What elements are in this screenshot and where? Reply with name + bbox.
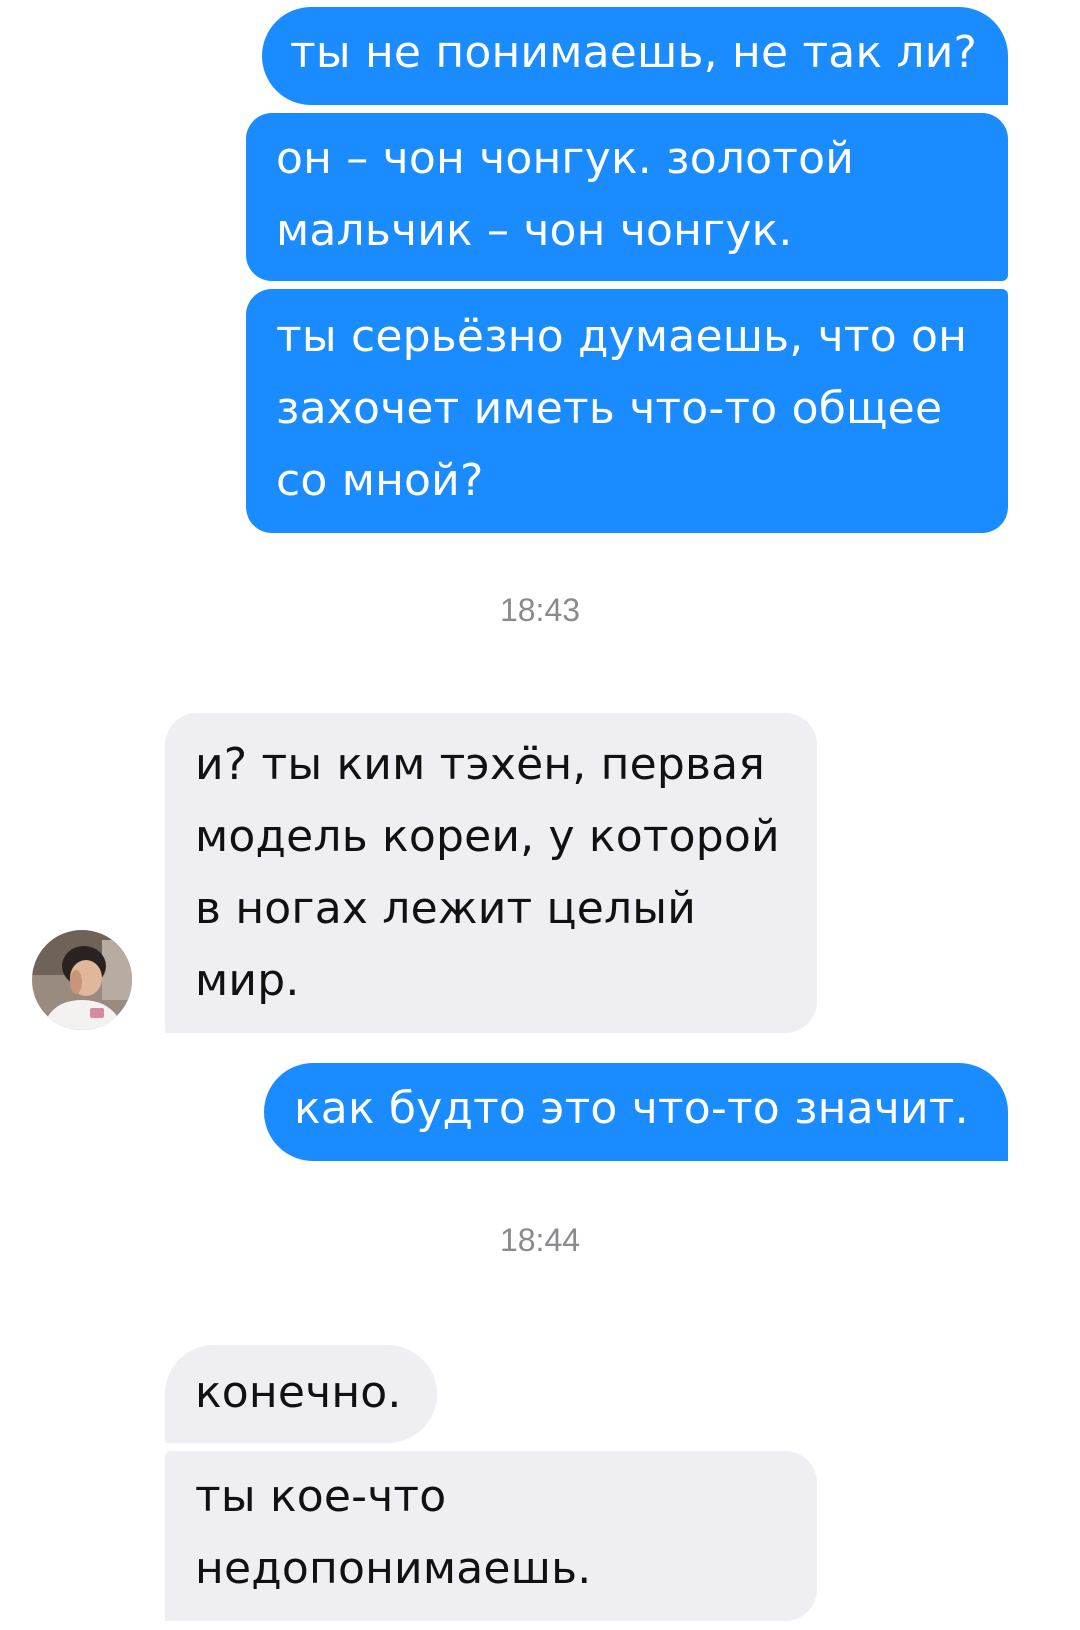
outgoing-message-bubble[interactable]: ты не понимаешь, не так ли? — [262, 7, 1008, 105]
incoming-message-bubble[interactable]: конечно. — [165, 1345, 437, 1443]
incoming-message-bubble[interactable]: ты кое-что недопонимаешь. — [165, 1451, 817, 1621]
incoming-message-bubble[interactable]: и? ты ким тэхён, первая модель кореи, у … — [165, 713, 817, 1033]
message-timestamp: 18:43 — [499, 592, 581, 628]
message-timestamp: 18:44 — [499, 1222, 581, 1258]
outgoing-message-bubble[interactable]: ты серьёзно думаешь, что он захочет имет… — [246, 289, 1008, 533]
outgoing-message-bubble[interactable]: как будто это что-то значит. — [264, 1063, 1008, 1161]
contact-avatar-photo-icon — [32, 930, 132, 1030]
outgoing-message-bubble[interactable]: он – чон чонгук. золотой мальчик – чон ч… — [246, 113, 1008, 281]
contact-avatar[interactable] — [32, 930, 132, 1030]
